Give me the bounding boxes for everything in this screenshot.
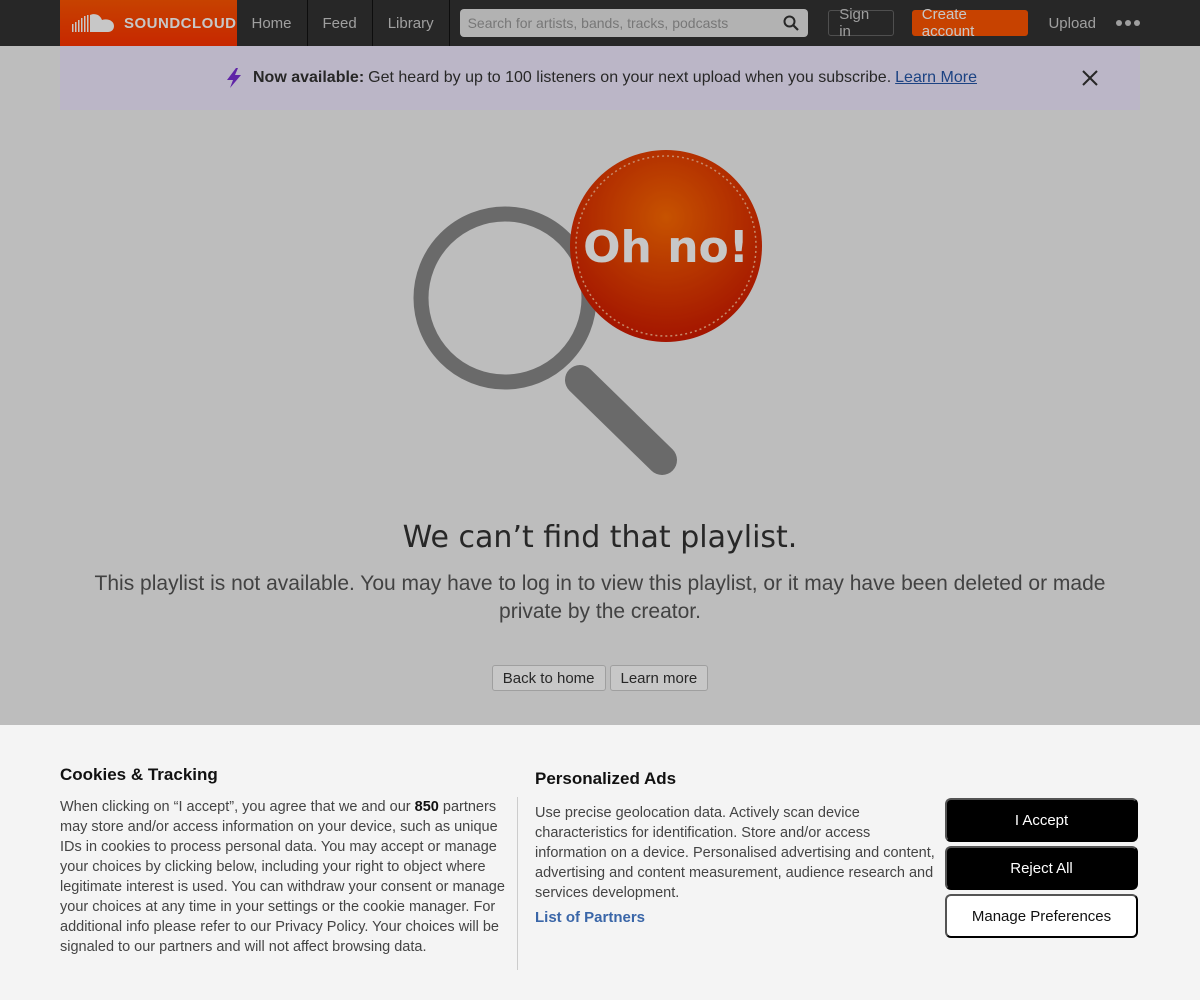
personalized-ads-title: Personalized Ads <box>535 769 677 788</box>
manage-preferences-button[interactable]: Manage Preferences <box>945 894 1138 938</box>
cookie-buttons: I Accept Reject All Manage Preferences <box>945 798 1138 938</box>
cookie-consent-panel: Cookies & Tracking When clicking on “I a… <box>0 725 1200 1000</box>
reject-all-button[interactable]: Reject All <box>945 846 1138 890</box>
cookie-info: Cookies & Tracking When clicking on “I a… <box>60 765 505 957</box>
modal-dim-overlay <box>0 0 1200 725</box>
partners-count: 850 <box>414 799 439 815</box>
cookie-divider <box>517 797 518 970</box>
cookie-body: When clicking on “I accept”, you agree t… <box>60 797 505 957</box>
accept-button[interactable]: I Accept <box>945 798 1138 842</box>
personalized-ads-section: Personalized Ads Use precise geolocation… <box>535 769 935 926</box>
cookie-body-pre: When clicking on “I accept”, you agree t… <box>60 799 411 815</box>
list-of-partners-link[interactable]: List of Partners <box>535 909 935 926</box>
cookie-body-post: partners may store and/or access informa… <box>60 799 505 955</box>
personalized-ads-body: Use precise geolocation data. Actively s… <box>535 805 935 901</box>
cookie-title: Cookies & Tracking <box>60 765 218 784</box>
